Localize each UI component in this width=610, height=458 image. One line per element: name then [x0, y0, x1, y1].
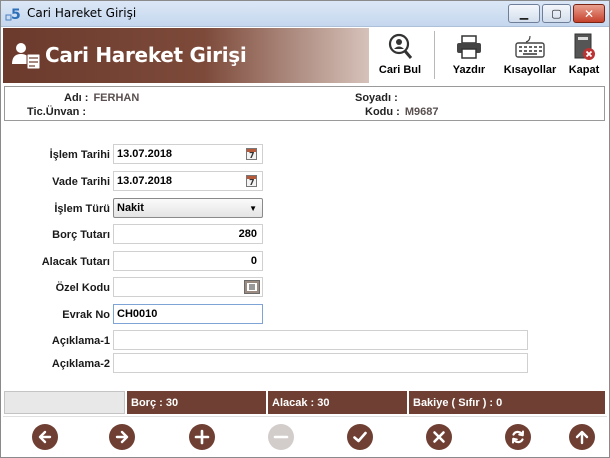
minimize-button[interactable]: ▁: [508, 4, 540, 23]
maximize-button[interactable]: ▢: [542, 4, 571, 23]
description-2-label: Açıklama-2: [51, 358, 110, 370]
name-value: FERHAN: [93, 92, 140, 104]
close-form-label: Kapat: [568, 64, 600, 76]
name-label: Adı :: [64, 92, 89, 104]
page-title: Cari Hareket Girişi: [45, 43, 247, 67]
debit-total: Borç : 30: [127, 391, 266, 414]
refresh-icon: [512, 430, 524, 444]
credit-amount-value: 0: [250, 255, 257, 267]
shortcuts-label: Kısayollar: [503, 64, 557, 76]
search-person-icon: [384, 33, 416, 61]
description-2-field[interactable]: [113, 353, 528, 373]
confirm-button[interactable]: [347, 424, 373, 450]
debit-amount-field[interactable]: 280: [113, 224, 263, 244]
add-button[interactable]: [189, 424, 215, 450]
printer-icon: [453, 33, 485, 61]
debit-amount-label: Borç Tutarı: [52, 229, 110, 241]
x-icon: [433, 431, 445, 443]
transaction-date-field[interactable]: 13.07.2018: [113, 144, 263, 164]
minimize-icon: ▁: [519, 7, 529, 20]
app-icon: 5: [5, 7, 21, 22]
close-window-button[interactable]: ✕: [573, 4, 605, 23]
account-info-panel: Adı : FERHAN Tic.Ünvan : Soyadı : Kodu : M…: [4, 86, 605, 121]
title-bar: 5 Cari Hareket Girişi ▁ ▢ ✕: [1, 1, 609, 27]
transaction-date-value: 13.07.2018: [117, 148, 173, 160]
transaction-type-select[interactable]: Nakit ▼: [113, 198, 263, 218]
document-no-field[interactable]: CH0010: [113, 304, 263, 324]
debit-amount-value: 280: [238, 228, 257, 240]
remove-button[interactable]: [268, 424, 294, 450]
credit-total: Alacak : 30: [268, 391, 407, 414]
find-account-button[interactable]: Cari Bul: [369, 28, 431, 83]
list-icon: [247, 283, 257, 291]
refresh-button[interactable]: [505, 424, 531, 450]
surname-info: Soyadı :: [355, 92, 403, 104]
footer-toolbar: [3, 416, 607, 456]
calendar-icon[interactable]: [246, 175, 257, 187]
description-1-label: Açıklama-1: [51, 335, 110, 347]
minus-icon: [273, 435, 289, 439]
close-document-icon: [568, 33, 600, 61]
lookup-list-button[interactable]: [244, 280, 260, 294]
toolbar-divider: [434, 31, 435, 79]
window: 5 Cari Hareket Girişi ▁ ▢ ✕ Cari Hareket…: [0, 0, 610, 458]
find-account-label: Cari Bul: [378, 64, 422, 76]
calendar-icon[interactable]: [246, 148, 257, 160]
balance-total: Bakiye ( Sıfır ) : 0: [409, 391, 605, 414]
code-info: Kodu : M9687: [365, 106, 438, 118]
credit-amount-field[interactable]: 0: [113, 251, 263, 271]
special-code-field[interactable]: [113, 277, 263, 297]
due-date-field[interactable]: 13.07.2018: [113, 171, 263, 191]
close-form-button[interactable]: Kapat: [563, 28, 605, 83]
transaction-date-label: İşlem Tarihi: [49, 149, 110, 161]
window-title: Cari Hareket Girişi: [27, 6, 137, 20]
special-code-label: Özel Kodu: [55, 282, 110, 294]
arrow-up-icon: [575, 430, 589, 445]
maximize-icon: ▢: [551, 7, 562, 20]
cancel-button[interactable]: [426, 424, 452, 450]
summary-bar: Borç : 30 Alacak : 30 Bakiye ( Sıfır ) :…: [4, 391, 605, 414]
transaction-type-value: Nakit: [117, 202, 144, 214]
arrow-right-icon: [115, 430, 129, 444]
plus-icon: [194, 429, 210, 445]
shortcuts-button[interactable]: Kısayollar: [499, 28, 561, 83]
code-label: Kodu :: [365, 106, 400, 118]
svg-text:5: 5: [11, 7, 21, 22]
close-icon: ✕: [583, 6, 595, 21]
title-info: Tic.Ünvan :: [27, 106, 91, 118]
header-banner: Cari Hareket Girişi: [3, 28, 369, 83]
due-date-value: 13.07.2018: [117, 175, 173, 187]
print-button[interactable]: Yazdır: [443, 28, 495, 83]
surname-label: Soyadı :: [355, 92, 398, 104]
summary-empty-cell: [4, 391, 125, 414]
print-label: Yazdır: [452, 64, 486, 76]
account-movement-icon: [12, 43, 41, 70]
name-info: Adı : FERHAN: [64, 92, 139, 104]
due-date-label: Vade Tarihi: [52, 176, 110, 188]
code-value: M9687: [404, 106, 439, 118]
checkmark-icon: [353, 431, 367, 443]
commercial-title-label: Tic.Ünvan :: [27, 106, 87, 118]
next-button[interactable]: [109, 424, 135, 450]
chevron-down-icon: ▼: [249, 203, 257, 213]
previous-button[interactable]: [32, 424, 58, 450]
keyboard-icon: [514, 33, 546, 61]
document-no-value: CH0010: [117, 308, 158, 320]
transaction-type-label: İşlem Türü: [54, 203, 110, 215]
arrow-left-icon: [38, 430, 52, 444]
document-no-label: Evrak No: [62, 309, 110, 321]
description-1-field[interactable]: [113, 330, 528, 350]
header: Cari Hareket Girişi Cari Bul Yazdır Kısa…: [3, 28, 607, 83]
scroll-up-button[interactable]: [569, 424, 595, 450]
credit-amount-label: Alacak Tutarı: [41, 256, 110, 268]
